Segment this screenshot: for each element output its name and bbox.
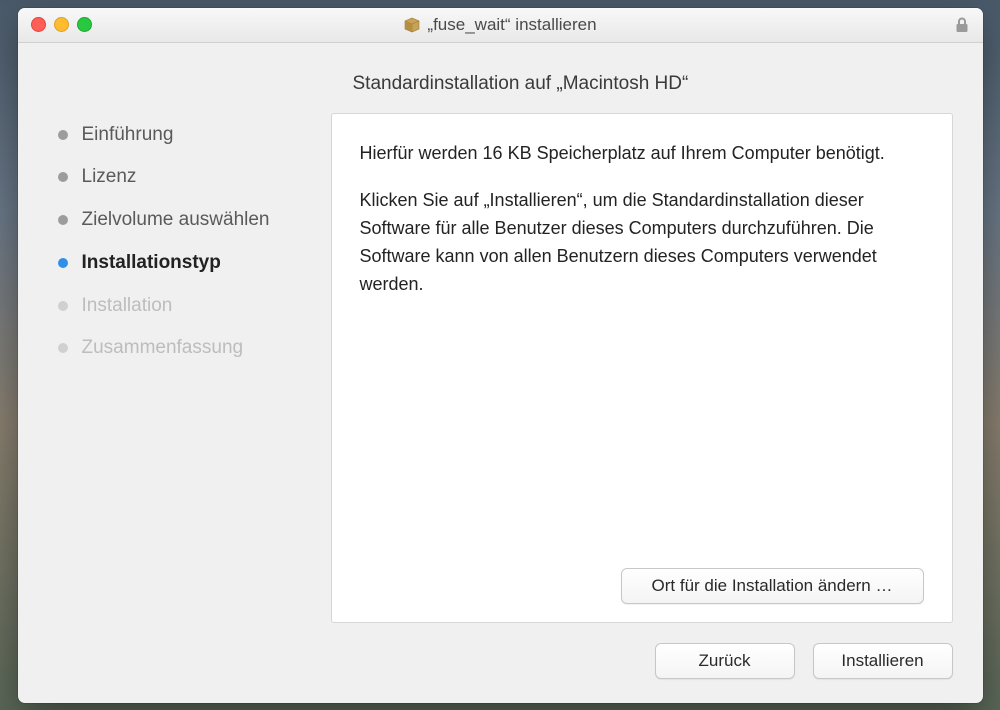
back-button[interactable]: Zurück: [655, 643, 795, 679]
installation-description: Hierfür werden 16 KB Speicherplatz auf I…: [360, 140, 924, 568]
window-body: Standardinstallation auf „Macintosh HD“ …: [18, 43, 983, 703]
bullet-icon: [58, 172, 68, 182]
step-label: Installation: [82, 294, 173, 318]
package-icon: [403, 16, 421, 34]
step-installation-type: Installationstyp: [58, 251, 303, 275]
step-label: Zusammenfassung: [82, 336, 244, 360]
steps-sidebar: Einführung Lizenz Zielvolume auswählen I…: [48, 113, 303, 623]
step-destination: Zielvolume auswählen: [58, 208, 303, 232]
footer-buttons: Zurück Installieren: [48, 623, 953, 679]
bullet-icon: [58, 301, 68, 311]
close-window-button[interactable]: [31, 17, 46, 32]
main-content-row: Einführung Lizenz Zielvolume auswählen I…: [48, 113, 953, 623]
step-label: Einführung: [82, 123, 174, 147]
window-title-text: „fuse_wait“ installieren: [427, 15, 596, 35]
window-title: „fuse_wait“ installieren: [18, 15, 983, 35]
step-label: Zielvolume auswählen: [82, 208, 270, 232]
content-bottom-row: Ort für die Installation ändern …: [360, 568, 924, 604]
step-summary: Zusammenfassung: [58, 336, 303, 360]
installation-instruction-text: Klicken Sie auf „Installieren“, um die S…: [360, 187, 924, 299]
minimize-window-button[interactable]: [54, 17, 69, 32]
content-pane: Hierfür werden 16 KB Speicherplatz auf I…: [331, 113, 953, 623]
space-requirement-text: Hierfür werden 16 KB Speicherplatz auf I…: [360, 140, 924, 168]
step-introduction: Einführung: [58, 123, 303, 147]
bullet-icon: [58, 343, 68, 353]
install-button[interactable]: Installieren: [813, 643, 953, 679]
page-title: Standardinstallation auf „Macintosh HD“: [48, 73, 953, 95]
bullet-icon: [58, 130, 68, 140]
step-label: Installationstyp: [82, 251, 221, 275]
step-installation: Installation: [58, 294, 303, 318]
traffic-lights: [18, 17, 92, 32]
step-license: Lizenz: [58, 165, 303, 189]
zoom-window-button[interactable]: [77, 17, 92, 32]
titlebar: „fuse_wait“ installieren: [18, 8, 983, 43]
lock-icon[interactable]: [954, 16, 970, 34]
bullet-icon: [58, 258, 68, 268]
installer-window: „fuse_wait“ installieren Standardinstall…: [18, 8, 983, 703]
change-install-location-button[interactable]: Ort für die Installation ändern …: [621, 568, 924, 604]
bullet-icon: [58, 215, 68, 225]
step-label: Lizenz: [82, 165, 137, 189]
